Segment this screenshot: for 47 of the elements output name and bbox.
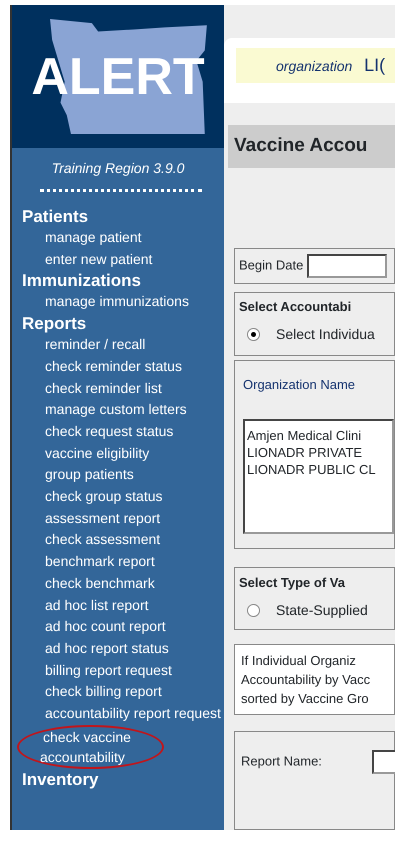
menu-link[interactable]: reminder / recall [12, 334, 224, 356]
menu-link[interactable]: vaccine eligibility [12, 442, 224, 464]
menu-link[interactable]: manage immunizations [12, 291, 224, 314]
info-text: If Individual Organiz [241, 652, 357, 670]
menu-link[interactable]: check vaccine accountability [17, 724, 164, 769]
list-option[interactable]: Amjen Medical Clini [247, 426, 390, 444]
radio-label: Select Individua [276, 326, 375, 342]
menu-link[interactable]: check group status [12, 486, 224, 508]
radio-button[interactable] [247, 604, 260, 617]
organization-label: organization [276, 58, 352, 74]
menu-link[interactable]: benchmark report [12, 551, 224, 573]
menu-link[interactable]: manage custom letters [12, 399, 224, 421]
menu-link[interactable]: check benchmark [12, 572, 224, 595]
radio-label: State-Supplied [276, 602, 368, 618]
menu-link[interactable]: check assessment [12, 529, 224, 552]
menu-link[interactable]: billing report request [12, 660, 224, 682]
menu-link[interactable]: group patients [12, 464, 224, 486]
menu-link[interactable]: accountability report request [12, 703, 224, 725]
info-text: Accountability by Vacc [241, 671, 372, 689]
field-label: Begin Date [239, 256, 304, 272]
field-label: Organization Name [243, 376, 356, 394]
menu-link[interactable]: ad hoc report status [12, 638, 224, 660]
organization-value: LI( [364, 55, 386, 75]
menu-link[interactable]: check reminder status [12, 356, 224, 378]
page-title: Vaccine Accou [228, 125, 395, 168]
menu-link[interactable]: check request status [12, 420, 224, 443]
section-heading: Select Type of Va [239, 574, 346, 592]
menu-link[interactable]: check reminder list [12, 378, 224, 400]
menu-link[interactable]: assessment report [12, 508, 224, 530]
menu-heading[interactable]: Reports [12, 313, 224, 334]
date-field[interactable] [307, 254, 388, 278]
radio-button[interactable] [247, 328, 260, 341]
field-label: Report Name: [241, 753, 322, 768]
list-option[interactable]: LIONADR PUBLIC CL [247, 460, 390, 478]
menu-heading[interactable]: Inventory [12, 768, 224, 790]
menu-heading[interactable]: Patients [12, 206, 224, 227]
list-option[interactable]: LIONADR PRIVATE [247, 444, 390, 460]
organization-listbox[interactable]: Amjen Medical Clini LIONADR PRIVATE LIONADR PUBLIC CL [243, 418, 394, 534]
menu-link[interactable]: manage patient [12, 227, 224, 249]
info-text: sorted by Vaccine Gro [241, 690, 370, 708]
section-heading: Select Accountabi [239, 298, 352, 316]
menu-link[interactable]: enter new patient [12, 248, 224, 270]
menu-heading[interactable]: Immunizations [12, 270, 224, 292]
region-label: Training Region 3.9.0 [50, 159, 186, 178]
menu-link[interactable]: check billing report [12, 681, 224, 704]
menu-link[interactable]: ad hoc list report [12, 594, 224, 616]
menu-link[interactable]: ad hoc count report [12, 616, 224, 638]
